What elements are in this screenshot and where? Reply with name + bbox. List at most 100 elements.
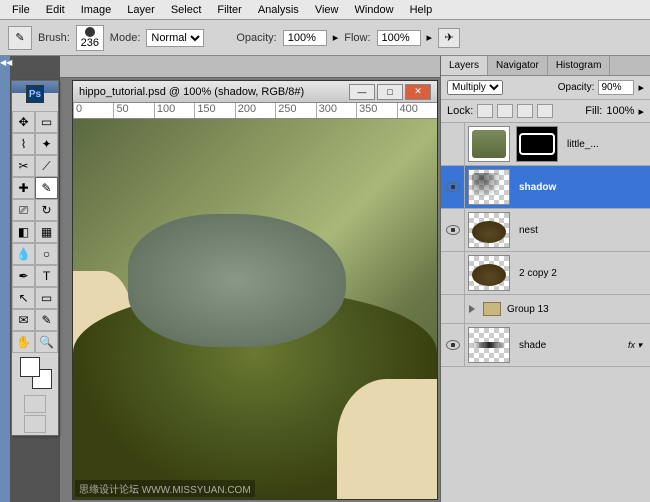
- canvas-hippo: [128, 214, 346, 347]
- visibility-toggle[interactable]: [441, 209, 465, 251]
- fill-chevron-icon[interactable]: ▸: [638, 105, 644, 118]
- document-tabstrip: [60, 56, 440, 78]
- layer-mask[interactable]: [516, 126, 558, 162]
- marquee-tool[interactable]: ▭: [35, 111, 58, 133]
- lock-pixels-icon[interactable]: [497, 104, 513, 118]
- layer-name[interactable]: shade: [513, 340, 628, 351]
- fx-badge[interactable]: fx ▾: [628, 340, 650, 351]
- gradient-tool[interactable]: ▦: [35, 221, 58, 243]
- layer-row[interactable]: nest: [441, 209, 650, 252]
- left-dock-strip[interactable]: ◀◀: [0, 56, 10, 502]
- lock-position-icon[interactable]: [517, 104, 533, 118]
- notes-tool[interactable]: ✉: [12, 309, 35, 331]
- history-brush-tool[interactable]: ↻: [35, 199, 58, 221]
- crop-tool[interactable]: ✂: [12, 155, 35, 177]
- lock-transparency-icon[interactable]: [477, 104, 493, 118]
- menu-analysis[interactable]: Analysis: [250, 2, 307, 18]
- group-expand-icon[interactable]: [469, 305, 475, 313]
- eye-icon: [446, 182, 460, 192]
- blur-tool[interactable]: 💧: [12, 243, 35, 265]
- layers-panel: Layers Navigator Histogram Multiply Opac…: [440, 56, 650, 502]
- blend-mode-select[interactable]: Multiply: [447, 80, 503, 95]
- visibility-toggle[interactable]: [441, 166, 465, 208]
- opacity-chevron-icon[interactable]: ▸: [638, 81, 644, 94]
- folder-icon: [483, 302, 501, 316]
- document-titlebar[interactable]: hippo_tutorial.psd @ 100% (shadow, RGB/8…: [73, 81, 437, 103]
- minimize-button[interactable]: —: [349, 84, 375, 100]
- mode-select[interactable]: Normal: [146, 29, 204, 47]
- tab-navigator[interactable]: Navigator: [488, 56, 548, 75]
- maximize-button[interactable]: □: [377, 84, 403, 100]
- panel-opacity-input[interactable]: 90%: [598, 80, 634, 95]
- toolbox-header[interactable]: Ps: [12, 81, 58, 93]
- screenmode-toggle[interactable]: [24, 415, 46, 433]
- options-bar: ✎ Brush: 236 Mode: Normal Opacity: 100% …: [0, 20, 650, 56]
- menu-layer[interactable]: Layer: [119, 2, 163, 18]
- document-title: hippo_tutorial.psd @ 100% (shadow, RGB/8…: [79, 86, 304, 98]
- foreground-color[interactable]: [20, 357, 40, 377]
- layer-name[interactable]: 2 copy 2: [513, 268, 650, 279]
- menu-file[interactable]: File: [4, 2, 38, 18]
- quickmask-toggle[interactable]: [24, 395, 46, 413]
- tab-layers[interactable]: Layers: [441, 56, 488, 75]
- layer-row[interactable]: shade fx ▾: [441, 324, 650, 367]
- flow-input[interactable]: 100%: [377, 30, 421, 46]
- canvas-egg-right: [337, 379, 437, 499]
- pen-tool[interactable]: ✒: [12, 265, 35, 287]
- layer-row[interactable]: shadow: [441, 166, 650, 209]
- brush-tool[interactable]: ✎: [35, 177, 58, 199]
- type-tool[interactable]: T: [35, 265, 58, 287]
- layer-group-row[interactable]: Group 13: [441, 295, 650, 324]
- color-swatches[interactable]: [20, 357, 52, 389]
- layer-thumb[interactable]: [468, 327, 510, 363]
- eraser-tool[interactable]: ◧: [12, 221, 35, 243]
- flow-arrow-icon[interactable]: ▸: [427, 31, 433, 44]
- menu-window[interactable]: Window: [346, 2, 401, 18]
- visibility-toggle[interactable]: [441, 123, 465, 165]
- layer-thumb[interactable]: [468, 212, 510, 248]
- flow-label: Flow:: [344, 32, 370, 44]
- eye-icon: [446, 225, 460, 235]
- layer-thumb[interactable]: [468, 126, 510, 162]
- menu-select[interactable]: Select: [163, 2, 210, 18]
- layers-list: little_... shadow nest 2 copy 2: [441, 123, 650, 502]
- lock-all-icon[interactable]: [537, 104, 553, 118]
- menu-filter[interactable]: Filter: [209, 2, 249, 18]
- heal-tool[interactable]: ✚: [12, 177, 35, 199]
- layer-thumb[interactable]: [468, 169, 510, 205]
- zoom-tool[interactable]: 🔍: [35, 331, 58, 353]
- layer-name[interactable]: nest: [513, 225, 650, 236]
- opacity-arrow-icon[interactable]: ▸: [333, 31, 339, 44]
- wand-tool[interactable]: ✦: [35, 133, 58, 155]
- menu-help[interactable]: Help: [402, 2, 441, 18]
- lasso-tool[interactable]: ⌇: [12, 133, 35, 155]
- menu-view[interactable]: View: [307, 2, 347, 18]
- layer-row[interactable]: 2 copy 2: [441, 252, 650, 295]
- move-tool[interactable]: ✥: [12, 111, 35, 133]
- tool-preset-icon[interactable]: ✎: [8, 26, 32, 50]
- menu-edit[interactable]: Edit: [38, 2, 73, 18]
- airbrush-icon[interactable]: ✈: [438, 28, 460, 48]
- layer-name[interactable]: Group 13: [501, 304, 650, 315]
- fill-input[interactable]: 100%: [606, 105, 634, 117]
- canvas[interactable]: 思缘设计论坛 WWW.MISSYUAN.COM: [73, 119, 437, 499]
- hand-tool[interactable]: ✋: [12, 331, 35, 353]
- layer-name[interactable]: shadow: [513, 182, 650, 193]
- layer-row[interactable]: little_...: [441, 123, 650, 166]
- menu-image[interactable]: Image: [73, 2, 120, 18]
- stamp-tool[interactable]: ⎚: [12, 199, 35, 221]
- slice-tool[interactable]: ⟋: [35, 155, 58, 177]
- visibility-toggle[interactable]: [441, 324, 465, 366]
- visibility-toggle[interactable]: [441, 252, 465, 294]
- tab-histogram[interactable]: Histogram: [548, 56, 611, 75]
- opacity-input[interactable]: 100%: [283, 30, 327, 46]
- path-tool[interactable]: ↖: [12, 287, 35, 309]
- layer-name[interactable]: little_...: [561, 139, 650, 150]
- shape-tool[interactable]: ▭: [35, 287, 58, 309]
- brush-preset-picker[interactable]: 236: [76, 25, 104, 51]
- visibility-toggle[interactable]: [441, 295, 465, 323]
- eyedropper-tool[interactable]: ✎: [35, 309, 58, 331]
- close-button[interactable]: ✕: [405, 84, 431, 100]
- layer-thumb[interactable]: [468, 255, 510, 291]
- dodge-tool[interactable]: ○: [35, 243, 58, 265]
